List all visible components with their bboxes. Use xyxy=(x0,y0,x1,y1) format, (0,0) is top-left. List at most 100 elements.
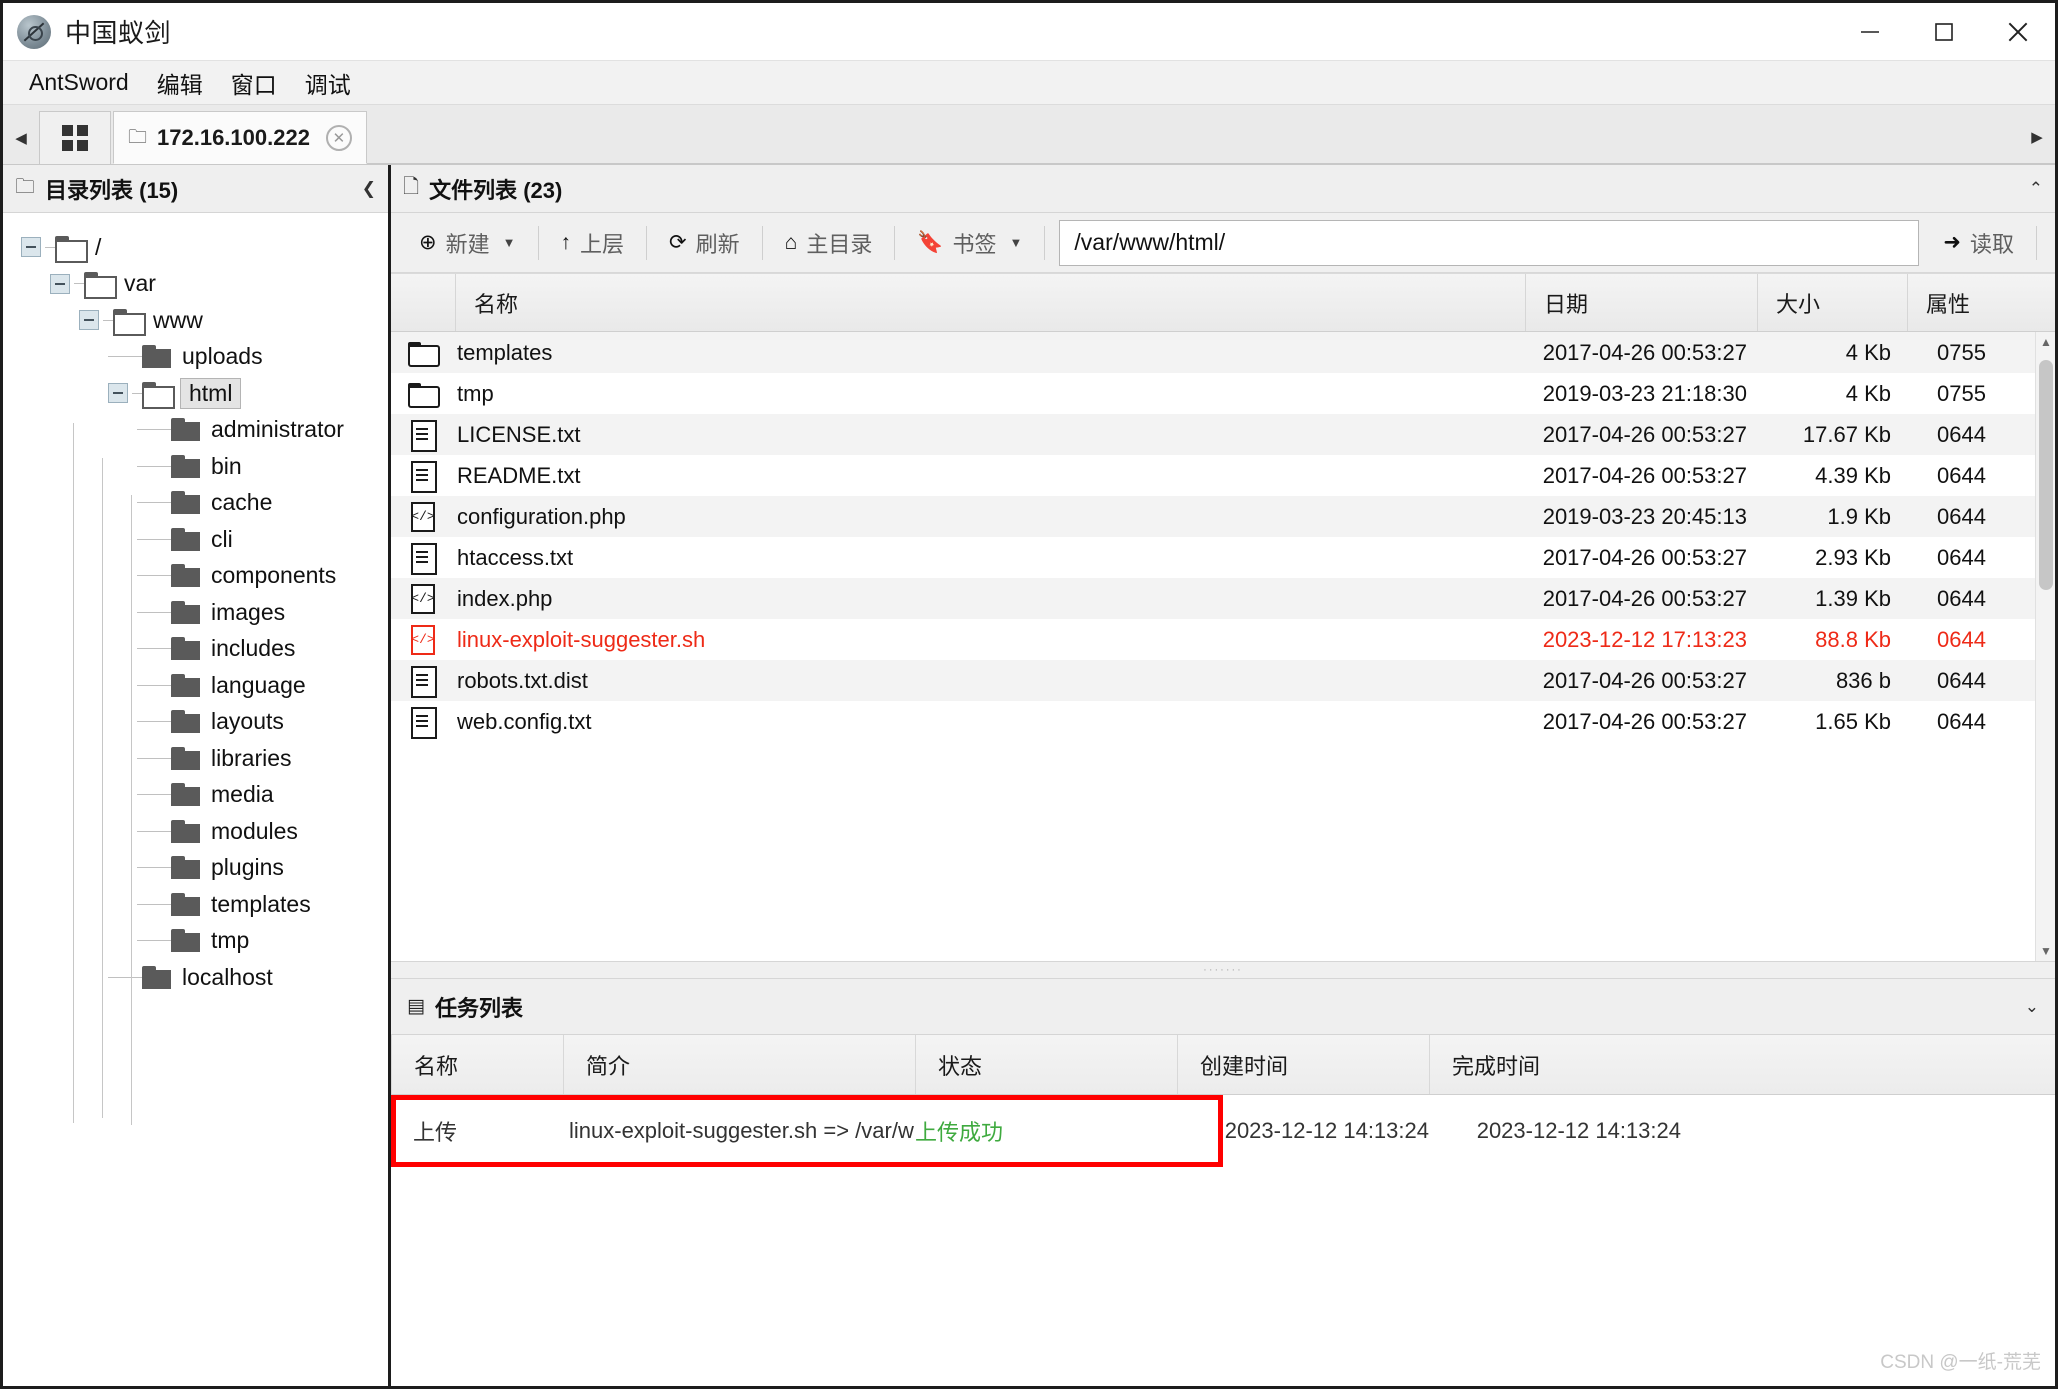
chevron-right-icon[interactable]: ▶ xyxy=(2019,111,2055,164)
task-row[interactable]: 上传 linux-exploit-suggester.sh => /var/w 上传… xyxy=(391,1095,2055,1167)
tree-item-language[interactable]: language xyxy=(21,667,388,704)
file-date-cell: 2019-03-23 21:18:30 xyxy=(1542,380,1747,406)
folder-solid-icon xyxy=(171,527,201,551)
tree-item-var[interactable]: var xyxy=(21,266,388,303)
tree-item-label: images xyxy=(211,598,286,625)
tree-item-administrator[interactable]: administrator xyxy=(21,412,388,449)
table-row[interactable]: htaccess.txt 2017-04-26 00:53:27 2.93 Kb 06… xyxy=(391,537,2055,578)
task-column-header-created[interactable]: 创建时间 xyxy=(1177,1035,1429,1094)
scroll-up-arrow-icon[interactable]: ▲ xyxy=(2036,332,2055,352)
file-size-cell: 1.9 Kb xyxy=(1827,503,1891,529)
read-button[interactable]: ➜ 读取 xyxy=(1927,221,2030,265)
close-circle-icon[interactable]: ✕ xyxy=(325,124,352,151)
tree-item-bin[interactable]: bin xyxy=(21,448,388,485)
folder-solid-icon xyxy=(171,418,201,442)
bookmark-button[interactable]: 🔖 书签 ▼ xyxy=(901,221,1038,265)
tree-item-media[interactable]: media xyxy=(21,777,388,814)
column-header-date[interactable]: 日期 xyxy=(1525,274,1757,331)
new-button[interactable]: ⊕ 新建 ▼ xyxy=(403,221,532,265)
doc-icon xyxy=(411,706,437,739)
tree-item-includes[interactable]: includes xyxy=(21,631,388,668)
menu-item-window[interactable]: 窗口 xyxy=(217,62,291,104)
table-row[interactable]: templates 2017-04-26 00:53:27 4 Kb 0755 xyxy=(391,332,2055,373)
tree-toggle-icon[interactable] xyxy=(108,383,128,404)
menu-item-debug[interactable]: 调试 xyxy=(291,62,365,104)
table-row[interactable]: web.config.txt 2017-04-26 00:53:27 1.65 Kb… xyxy=(391,701,2055,742)
tab-172-16-100-222[interactable]: 🗀 172.16.100.222 ✕ xyxy=(113,111,367,164)
tree-connector xyxy=(137,903,171,905)
close-button[interactable] xyxy=(1981,3,2055,60)
up-button-label: 上层 xyxy=(580,231,625,257)
chevron-down-icon[interactable]: ⌄ xyxy=(2025,997,2039,1017)
chevron-up-icon[interactable]: ⌃ xyxy=(2029,179,2043,199)
file-toolbar: ⊕ 新建 ▼ ↑ 上层 ⟳ 刷新 ⌂ 主目录 🔖 书签 ▼ /var/www/h… xyxy=(391,213,2055,273)
tree-connector xyxy=(137,648,171,650)
task-column-header-name[interactable]: 名称 xyxy=(391,1035,563,1094)
doc-icon xyxy=(411,542,437,575)
task-column-header-finished[interactable]: 完成时间 xyxy=(1429,1035,1689,1094)
table-row[interactable]: robots.txt.dist 2017-04-26 00:53:27 836 b 0… xyxy=(391,660,2055,701)
folder-solid-icon xyxy=(171,819,201,843)
table-row[interactable]: </> configuration.php 2019-03-23 20:45:13 1… xyxy=(391,496,2055,537)
tree-toggle-icon[interactable] xyxy=(50,273,70,294)
file-table: 名称 日期 大小 属性 templates 2017-04-26 00:53:27… xyxy=(391,273,2055,961)
task-list-title: 任务列表 xyxy=(434,995,523,1021)
tree-toggle-icon[interactable] xyxy=(79,310,99,331)
tree-toggle-icon[interactable] xyxy=(21,237,41,258)
tree-item-www[interactable]: www xyxy=(21,302,388,339)
tree-item-cache[interactable]: cache xyxy=(21,485,388,522)
task-name-cell: 上传 xyxy=(413,1120,458,1145)
refresh-button[interactable]: ⟳ 刷新 xyxy=(653,221,756,265)
pane-splitter[interactable]: ······· xyxy=(391,961,2055,979)
menu-item-edit[interactable]: 编辑 xyxy=(143,62,217,104)
file-table-header: 名称 日期 大小 属性 xyxy=(391,274,2055,332)
tree-item-localhost[interactable]: localhost xyxy=(21,959,388,996)
path-input[interactable] xyxy=(1059,219,1920,266)
table-row[interactable]: </> linux-exploit-suggester.sh 2023-12-12 … xyxy=(391,619,2055,660)
table-row[interactable]: </> index.php 2017-04-26 00:53:27 1.39 Kb 06… xyxy=(391,578,2055,619)
maximize-button[interactable] xyxy=(1907,3,1981,60)
task-list-header: ▤ 任务列表 ⌄ xyxy=(391,979,2055,1035)
window-controls xyxy=(1833,3,2055,60)
column-header-attr[interactable]: 属性 xyxy=(1907,274,2055,331)
tree-item-uploads[interactable]: uploads xyxy=(21,339,388,376)
file-pane-title: 文件列表 (23) xyxy=(429,177,563,203)
file-pane: 🗋 文件列表 (23) ⌃ ⊕ 新建 ▼ ↑ 上层 ⟳ 刷新 ⌂ 主目录 🔖 书… xyxy=(391,165,2055,1386)
home-button[interactable]: ⌂ 主目录 xyxy=(769,221,889,265)
folder-solid-icon xyxy=(142,965,172,989)
tree-item-cli[interactable]: cli xyxy=(21,521,388,558)
task-column-header-desc[interactable]: 简介 xyxy=(563,1035,915,1094)
tree-item-[interactable]: / xyxy=(21,229,388,266)
tree-item-label: layouts xyxy=(211,708,284,735)
file-attr-cell: 0644 xyxy=(1937,421,1986,447)
tree-item-layouts[interactable]: layouts xyxy=(21,704,388,741)
tree-item-plugins[interactable]: plugins xyxy=(21,850,388,887)
tree-item-label: cache xyxy=(211,489,273,516)
tree-item-libraries[interactable]: libraries xyxy=(21,740,388,777)
minimize-button[interactable] xyxy=(1833,3,1907,60)
grid-icon[interactable] xyxy=(39,111,111,164)
menu-item-antsword[interactable]: AntSword xyxy=(15,65,143,100)
file-date-cell: 2017-04-26 00:53:27 xyxy=(1542,544,1747,570)
table-row[interactable]: tmp 2019-03-23 21:18:30 4 Kb 0755 xyxy=(391,373,2055,414)
tree-item-tmp[interactable]: tmp xyxy=(21,923,388,960)
table-row[interactable]: LICENSE.txt 2017-04-26 00:53:27 17.67 Kb 06… xyxy=(391,414,2055,455)
scroll-down-arrow-icon[interactable]: ▼ xyxy=(2036,941,2055,961)
tree-item-components[interactable]: components xyxy=(21,558,388,595)
up-button[interactable]: ↑ 上层 xyxy=(545,221,641,265)
task-column-header-state[interactable]: 状态 xyxy=(915,1035,1177,1094)
column-header-size[interactable]: 大小 xyxy=(1757,274,1907,331)
file-name-cell: LICENSE.txt xyxy=(457,421,581,447)
column-header-name[interactable]: 名称 xyxy=(455,274,1525,331)
chevron-left-icon[interactable]: ◀ xyxy=(3,111,39,164)
tree-item-images[interactable]: images xyxy=(21,594,388,631)
tree-item-html[interactable]: html xyxy=(21,375,388,412)
tree-item-modules[interactable]: modules xyxy=(21,813,388,850)
chevron-left-icon[interactable]: ❮ xyxy=(362,179,376,199)
table-row[interactable]: README.txt 2017-04-26 00:53:27 4.39 Kb 0644 xyxy=(391,455,2055,496)
file-list-scrollbar[interactable]: ▲ ▼ xyxy=(2035,332,2055,961)
tab-bar: ◀ 🗀 172.16.100.222 ✕ ▶ xyxy=(3,105,2055,165)
file-date-cell: 2017-04-26 00:53:27 xyxy=(1542,708,1747,734)
tree-item-templates[interactable]: templates xyxy=(21,886,388,923)
scroll-thumb[interactable] xyxy=(2039,360,2053,590)
